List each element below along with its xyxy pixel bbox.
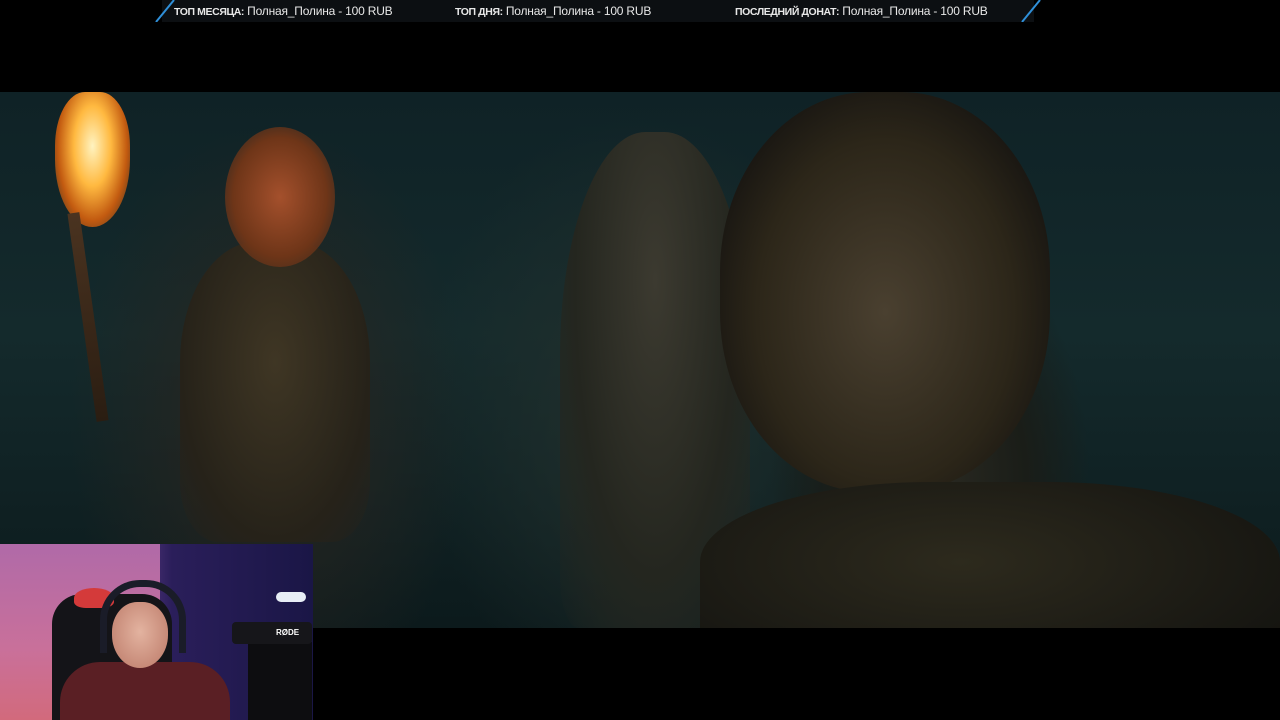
torch-flame [55,92,130,227]
ticker-right-accent [1021,0,1041,22]
ticker-top-day: ТОП ДНЯ: Полная_Полина - 100 RUB [455,3,651,20]
red-haired-figure [180,242,370,542]
red-hair [225,127,335,267]
ticker-top-day-value: Полная_Полина - 100 RUB [505,4,652,18]
ticker-left-accent [155,0,175,22]
headphones-icon [100,580,186,653]
donation-ticker-bar: ТОП МЕСЯЦА: Полная_Полина - 100 RUB ТОП … [155,0,1041,22]
streamer-shirt [60,662,230,720]
mic-stand [248,642,312,720]
ticker-top-month-value: Полная_Полина - 100 RUB [247,4,393,18]
foreground-man [720,92,1050,492]
ticker-last-donation: ПОСЛЕДНИЙ ДОНАТ: Полная_Полина - 100 RUB [735,3,988,20]
streamer-webcam: RØDE [0,544,313,720]
ticker-top-month-label: ТОП МЕСЯЦА: [174,6,245,18]
foreground-man-cloak [700,482,1280,628]
ticker-last-donation-value: Полная_Полина - 100 RUB [842,4,988,18]
torch-handle [67,212,109,422]
ticker-top-month: ТОП МЕСЯЦА: Полная_Полина - 100 RUB [174,3,393,20]
microphone [232,622,312,644]
ticker-top-day-label: ТОП ДНЯ: [455,6,503,18]
ticker-last-donation-label: ПОСЛЕДНИЙ ДОНАТ: [735,6,840,18]
microphone-brand: RØDE [276,628,300,637]
webcam-light [276,592,306,602]
